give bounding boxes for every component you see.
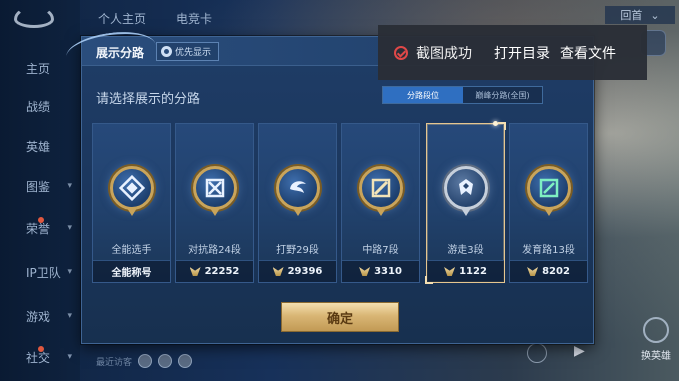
wing-score-icon [189, 267, 201, 276]
jungle-badge-icon [276, 166, 320, 210]
chevron-down-icon: ▾ [67, 352, 72, 362]
route-rank-label: 发育路13段 [522, 245, 575, 256]
toast-message: 截图成功 [416, 45, 472, 62]
route-rank-label: 中路7段 [362, 245, 399, 256]
chevron-down-icon: ▾ [67, 181, 72, 191]
badge-pendant [376, 208, 386, 216]
route-score: 3310 [342, 260, 419, 282]
nav-item[interactable]: 英雄 [0, 131, 80, 161]
clash-lane-badge-icon [193, 166, 237, 210]
nav-item-label: 战绩 [26, 99, 51, 114]
route-card[interactable]: 对抗路24段 22252 [175, 123, 254, 283]
badge-pendant [544, 208, 554, 216]
recent-visitors[interactable]: 最近访客 [96, 354, 193, 368]
top-tabs: 个人主页 电竞卡 [98, 10, 212, 27]
check-circle-icon [394, 45, 408, 60]
view-file-link[interactable]: 查看文件 [560, 43, 616, 63]
route-rank-label: 全能选手 [111, 245, 152, 256]
route-score: 1122 [427, 260, 504, 282]
avatar[interactable] [158, 354, 173, 368]
wing-score-icon [444, 267, 456, 276]
route-score-value: 3310 [374, 266, 402, 277]
nav-item[interactable]: IP卫队 ▾ [0, 257, 80, 287]
tab-esports-card[interactable]: 电竞卡 [176, 10, 212, 27]
avatar[interactable] [138, 354, 153, 368]
chevron-down-icon: ▾ [67, 267, 72, 277]
nav-item-label: 英雄 [26, 139, 51, 154]
badge-pendant [210, 208, 220, 216]
route-score-value: 全能称号 [111, 268, 152, 279]
route-rank-label: 打野29段 [276, 245, 319, 256]
dialog-title: 展示分路 [96, 46, 145, 60]
roam-badge-icon [444, 166, 488, 210]
play-icon[interactable]: ▶ [574, 343, 585, 359]
route-tab-switch: 分路段位 巅峰分路(全国) [382, 86, 543, 104]
tab-personal-home[interactable]: 个人主页 [98, 10, 146, 27]
app-logo [14, 6, 54, 28]
route-card[interactable]: 游走3段 1122 [425, 121, 506, 284]
wing-score-icon [272, 267, 284, 276]
route-rank-label: 游走3段 [447, 245, 484, 256]
nav-item[interactable]: 战绩 [0, 91, 80, 121]
wing-score-icon [527, 267, 539, 276]
badge-pendant [127, 208, 137, 216]
route-rank-label: 对抗路24段 [188, 245, 241, 256]
priority-display-button[interactable]: 优先显示 [156, 42, 220, 61]
mid-lane-badge-icon [359, 166, 403, 210]
route-score-value: 22252 [204, 266, 240, 277]
top-right-label: 回首 [620, 9, 643, 22]
route-score: 全能称号 [93, 260, 170, 282]
nav-item-label: IP卫队 [26, 265, 61, 280]
screenshot-toast: 截图成功 打开目录 查看文件 [378, 25, 647, 80]
notification-dot [38, 217, 44, 223]
route-score-value: 29396 [287, 266, 323, 277]
route-card[interactable]: 发育路13段 8202 [509, 123, 588, 283]
wing-score-icon [359, 267, 371, 276]
select-route-prompt: 请选择展示的分路 [96, 92, 201, 107]
nav-item-label: 图鉴 [26, 179, 51, 194]
confirm-button[interactable]: 确定 [281, 302, 399, 332]
nav-item-label: 主页 [26, 61, 51, 76]
route-card[interactable]: 中路7段 3310 [341, 123, 420, 283]
route-score-value: 1122 [459, 266, 487, 277]
badge-pendant [293, 208, 303, 216]
route-score: 8202 [510, 260, 587, 282]
top-right-menu[interactable]: 回首 ⌄ [605, 6, 675, 24]
swap-hero-button[interactable]: 换英雄 [636, 300, 676, 362]
badge-pendant [461, 208, 471, 216]
chevron-down-icon: ⌄ [650, 8, 660, 22]
avatar[interactable] [178, 354, 193, 368]
route-score: 29396 [259, 260, 336, 282]
open-directory-link[interactable]: 打开目录 [494, 43, 550, 63]
nav-item[interactable]: 图鉴 ▾ [0, 171, 80, 201]
route-score-value: 8202 [542, 266, 570, 277]
route-card-list: 全能选手 全能称号 对抗路24段 22252 打野29段 29396 中路7段 3310 游走3… [92, 121, 588, 284]
swap-hero-label: 换英雄 [641, 351, 671, 362]
nav-item[interactable]: 游戏 ▾ [0, 301, 80, 331]
recent-visitors-label: 最近访客 [96, 357, 133, 368]
route-score: 22252 [176, 260, 253, 282]
tab-peak-route-national[interactable]: 巅峰分路(全国) [463, 87, 542, 103]
all-round-badge-icon [110, 166, 154, 210]
priority-display-label: 优先显示 [175, 48, 212, 58]
route-display-dialog: 展示分路 优先显示 请选择展示的分路 分路段位 巅峰分路(全国) 全能选手全能称… [63, 26, 594, 344]
chevron-down-icon: ▾ [67, 223, 72, 233]
nav-item[interactable]: 荣誉 ▾ [0, 213, 80, 243]
route-card[interactable]: 打野29段 29396 [258, 123, 337, 283]
selected-sparkle [493, 121, 498, 126]
skin-preview-icon[interactable] [527, 343, 547, 363]
gear-icon [161, 46, 172, 57]
tab-route-rank[interactable]: 分路段位 [383, 87, 463, 103]
route-card[interactable]: 全能选手 全能称号 [92, 123, 171, 283]
chevron-down-icon: ▾ [67, 311, 72, 321]
swap-hero-icon [643, 317, 669, 343]
nav-item[interactable]: 社交 ▾ [0, 342, 80, 372]
farm-lane-badge-icon [527, 166, 571, 210]
nav-item-label: 游戏 [26, 309, 51, 324]
notification-dot [38, 346, 44, 352]
